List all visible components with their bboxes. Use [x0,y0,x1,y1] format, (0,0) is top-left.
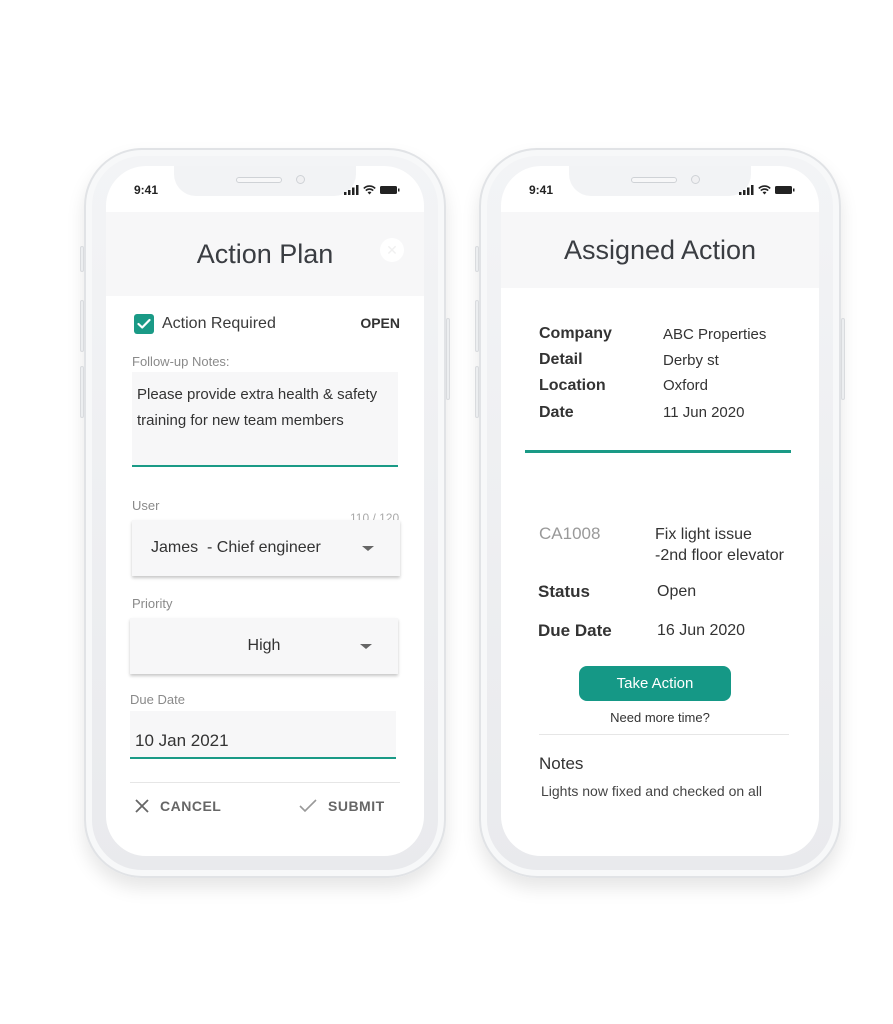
user-label: User [132,498,160,513]
due-date-input[interactable]: 10 Jan 2021 [130,711,396,759]
phone-assigned-action: 9:41 Assigned Action Company ABC Propert… [475,148,845,878]
detail-key-detail: Detail [539,351,583,368]
task-line-1: Fix light issue [655,526,752,543]
divider [130,782,400,783]
power-button [446,318,450,400]
status-value: Open [657,583,697,600]
power-button [841,318,845,400]
detail-value-detail: Derby st [663,352,719,369]
due-date-value: 16 Jun 2020 [657,622,746,639]
phone-action-plan: 9:41 Action Plan ✕ Action Required OPEN … [80,148,450,878]
detail-key-location: Location [539,377,606,394]
volume-down-button [80,366,84,418]
status-time: 9:41 [529,183,554,197]
volume-down-button [475,366,479,418]
section-divider [525,450,791,453]
wifi-icon [758,185,771,195]
due-date-label: Due Date [130,692,185,707]
priority-select[interactable]: High [130,618,398,674]
notes-title: Notes [539,754,584,773]
detail-value-date: 11 Jun 2020 [663,404,745,421]
page-title: Assigned Action [563,234,757,265]
action-required-label: Action Required [162,315,276,332]
detail-key-company: Company [539,325,612,342]
status-badge: OPEN [360,315,400,331]
notes-text: Lights now fixed and checked on all [541,783,763,799]
check-icon [299,799,317,813]
battery-icon [775,186,795,194]
task-line-2: -2nd floor elevator [655,547,784,564]
status-bar: 9:41 [529,180,795,200]
priority-select-value: High [247,637,281,654]
detail-key-date: Date [539,404,574,421]
screen: 9:41 Assigned Action Company ABC Propert… [501,166,819,856]
need-more-time-link[interactable]: Need more time? [501,710,819,725]
signal-icon [739,185,754,195]
action-task: Fix light issue -2nd floor elevator [655,524,784,566]
follow-up-label: Follow-up Notes: [132,354,230,369]
status-key: Status [538,582,590,601]
priority-label: Priority [132,596,173,611]
mute-switch [80,246,84,272]
volume-up-button [80,300,84,352]
mute-switch [475,246,479,272]
header: Assigned Action [501,212,819,288]
detail-value-location: Oxford [663,377,709,394]
user-select[interactable]: James - Chief engineer [132,520,400,576]
action-required-checkbox[interactable] [134,314,154,334]
due-date-key: Due Date [538,621,612,640]
volume-up-button [475,300,479,352]
user-select-value: James - Chief engineer [151,539,321,556]
submit-label: SUBMIT [328,798,385,814]
submit-button[interactable]: SUBMIT [298,798,385,814]
screen: 9:41 Action Plan ✕ Action Required OPEN … [106,166,424,856]
divider [539,734,789,735]
detail-value-company: ABC Properties [663,326,767,343]
cancel-label: CANCEL [160,798,222,814]
cancel-button[interactable]: CANCEL [134,798,221,814]
take-action-button[interactable]: Take Action [579,666,731,701]
action-code: CA1008 [539,524,601,543]
checkmark-icon [137,318,151,329]
chevron-down-icon [362,546,374,551]
close-icon [135,799,149,813]
chevron-down-icon [360,644,372,649]
follow-up-notes-input[interactable]: Please provide extra health & safety tra… [132,372,398,467]
